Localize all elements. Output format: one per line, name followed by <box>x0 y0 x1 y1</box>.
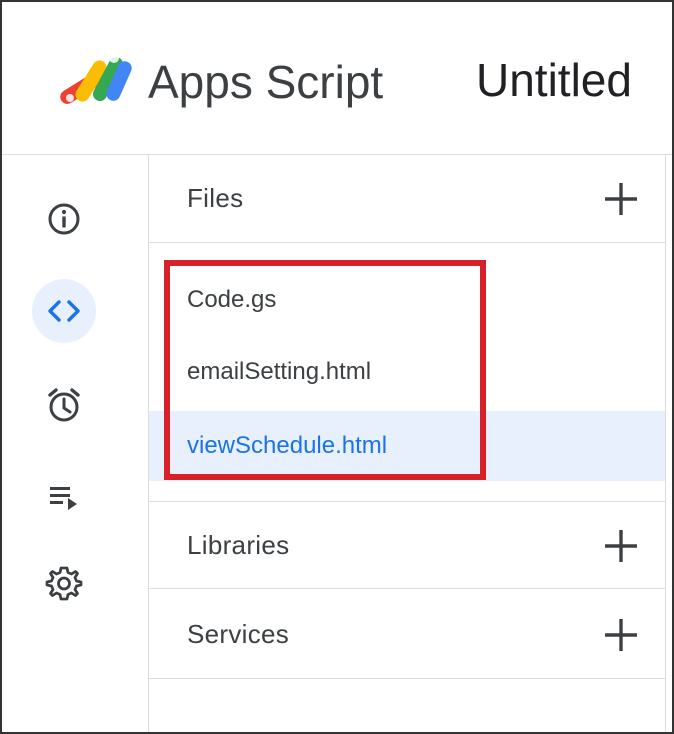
executions-icon <box>50 487 77 510</box>
gear-icon <box>45 566 83 601</box>
rail-item-overview[interactable] <box>32 187 96 251</box>
rail-item-executions[interactable] <box>32 465 96 529</box>
project-title[interactable]: Untitled <box>476 52 632 108</box>
file-name: emailSetting.html <box>187 358 372 385</box>
left-nav-rail <box>2 155 148 732</box>
code-icon <box>48 300 80 322</box>
libraries-label: Libraries <box>187 530 290 560</box>
file-name: Code.gs <box>187 286 277 313</box>
libraries-section-header[interactable]: Libraries <box>149 501 665 589</box>
alarm-clock-icon <box>48 388 80 422</box>
rail-item-settings[interactable] <box>32 551 96 615</box>
files-section-header: Files <box>149 155 665 243</box>
add-library-icon[interactable] <box>603 528 639 564</box>
info-icon <box>48 203 80 235</box>
app-header: Apps Script Untitled <box>2 2 672 155</box>
file-item[interactable]: Code.gs <box>149 265 665 335</box>
add-service-icon[interactable] <box>603 617 639 653</box>
app-window: Apps Script Untitled Files Code.gs email… <box>0 0 674 734</box>
services-section-header[interactable]: Services <box>149 591 665 679</box>
file-item[interactable]: emailSetting.html <box>149 337 665 407</box>
files-label: Files <box>187 183 244 213</box>
services-label: Services <box>187 619 290 649</box>
add-file-icon[interactable] <box>603 181 639 217</box>
apps-script-logo-icon <box>60 53 132 104</box>
file-name: viewSchedule.html <box>187 432 388 459</box>
file-item-selected[interactable]: viewSchedule.html <box>149 411 665 481</box>
app-name: Apps Script <box>148 56 384 108</box>
apps-script-logo[interactable] <box>54 46 138 112</box>
rail-item-editor[interactable] <box>32 279 96 343</box>
rail-item-triggers[interactable] <box>32 373 96 437</box>
project-panel: Files Code.gs emailSetting.html viewSche… <box>148 155 666 732</box>
